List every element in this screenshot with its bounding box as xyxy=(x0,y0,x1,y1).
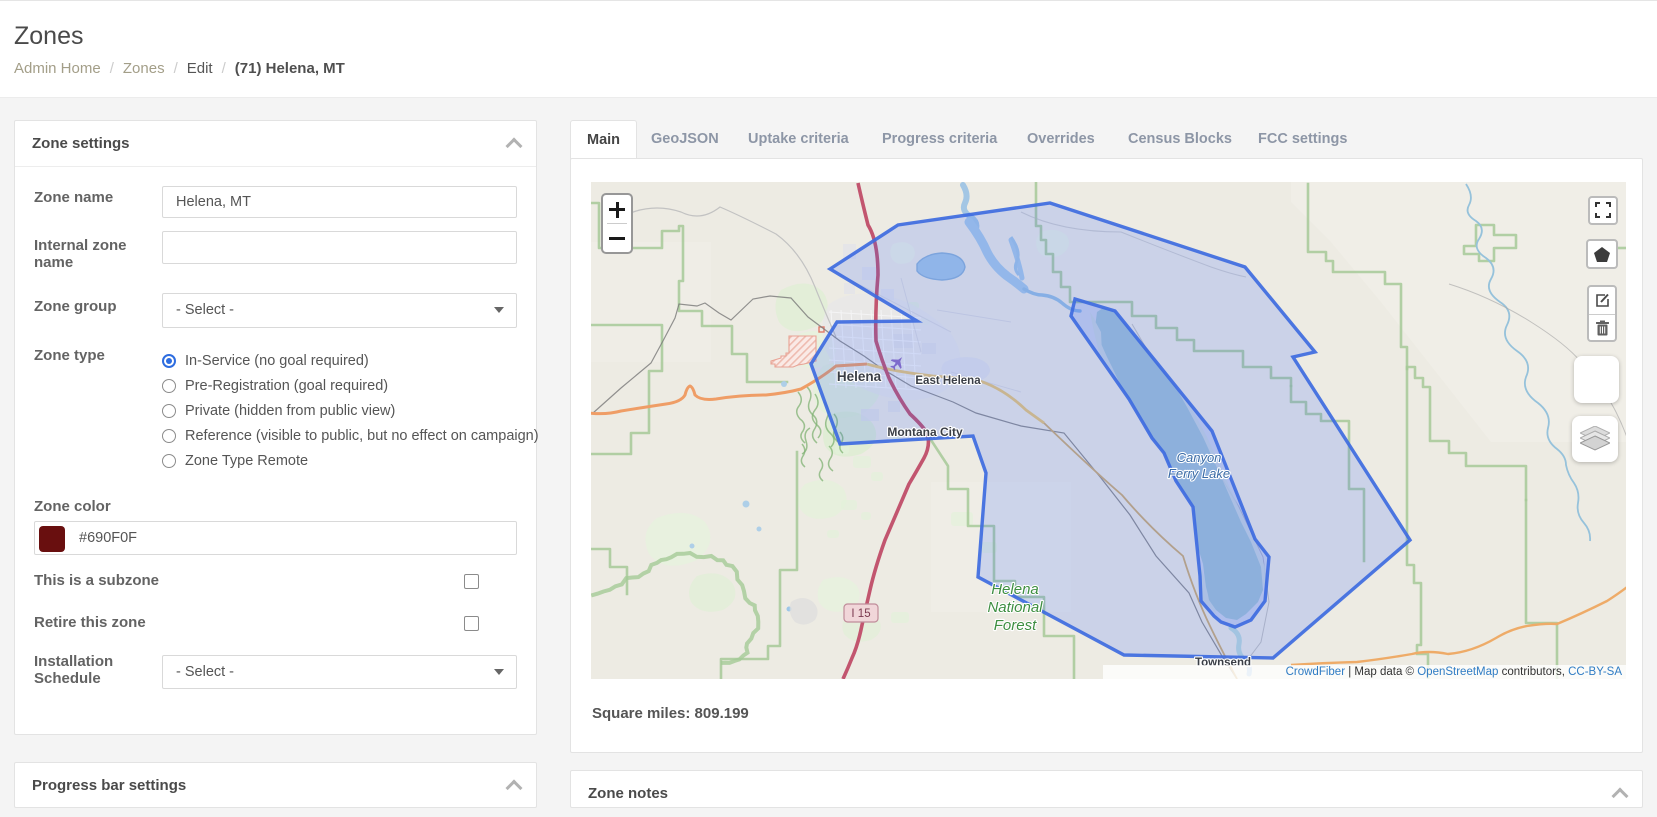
svg-text:I 15: I 15 xyxy=(851,608,870,620)
svg-text:National: National xyxy=(987,599,1043,616)
svg-text:Helena: Helena xyxy=(991,581,1039,598)
svg-text:Ferry Lake: Ferry Lake xyxy=(1168,466,1230,481)
svg-text:East Helena: East Helena xyxy=(915,375,981,387)
svg-text:Helena: Helena xyxy=(837,369,882,384)
svg-text:Forest: Forest xyxy=(994,617,1037,634)
svg-text:Canyon: Canyon xyxy=(1177,450,1222,465)
svg-text:Montana City: Montana City xyxy=(887,425,963,439)
